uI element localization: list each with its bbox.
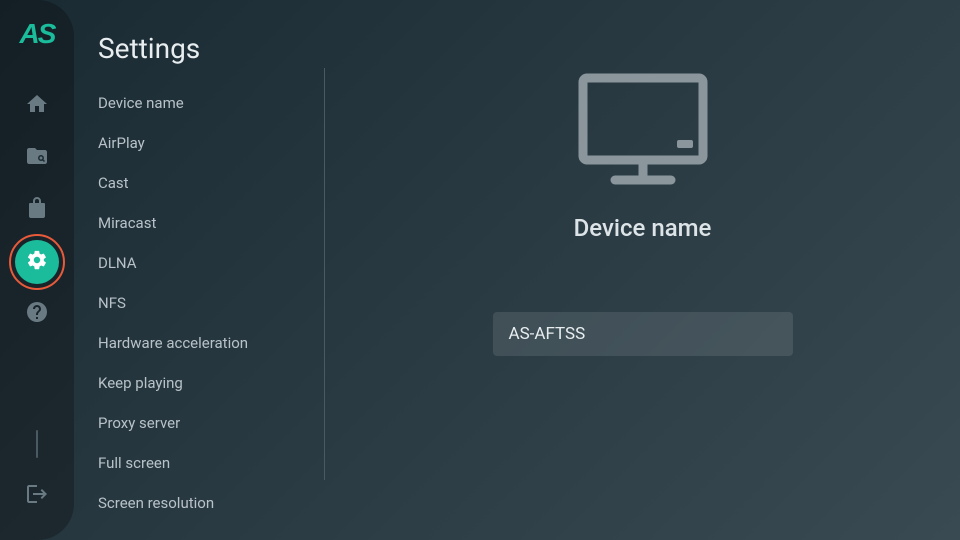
detail-panel: Device name AS-AFTSS [325,0,960,540]
nav-help[interactable] [15,292,59,336]
settings-item-hardware-accel[interactable]: Hardware acceleration [98,323,304,363]
settings-item-keep-playing[interactable]: Keep playing [98,363,304,403]
shopping-bag-icon [25,196,49,224]
settings-item-airplay[interactable]: AirPlay [98,123,304,163]
settings-item-resolution[interactable]: Screen resolution [98,483,304,523]
nav-library[interactable] [15,136,59,180]
help-circle-icon [25,300,49,328]
detail-title: Device name [574,214,712,242]
settings-item-device-name[interactable]: Device name [98,83,304,123]
settings-item-miracast[interactable]: Miracast [98,203,304,243]
settings-item-proxy[interactable]: Proxy server [98,403,304,443]
nav-settings[interactable] [15,240,59,284]
home-icon [25,92,49,120]
settings-panel: Settings Device name AirPlay Cast Miraca… [74,0,324,540]
settings-title: Settings [98,32,304,65]
gear-icon [26,249,48,275]
nav-rail: AS [0,0,74,540]
folder-search-icon [25,144,49,172]
nav-divider [36,430,38,458]
settings-item-cast[interactable]: Cast [98,163,304,203]
nav-store[interactable] [15,188,59,232]
settings-list: Device name AirPlay Cast Miracast DLNA N… [98,83,304,523]
settings-item-fullscreen[interactable]: Full screen [98,443,304,483]
nav-home[interactable] [15,84,59,128]
device-name-input[interactable]: AS-AFTSS [493,312,793,356]
logout-icon [25,482,49,510]
monitor-icon [573,70,713,194]
nav-exit[interactable] [15,474,59,518]
settings-item-nfs[interactable]: NFS [98,283,304,323]
app-logo: AS [20,18,55,50]
settings-item-dlna[interactable]: DLNA [98,243,304,283]
